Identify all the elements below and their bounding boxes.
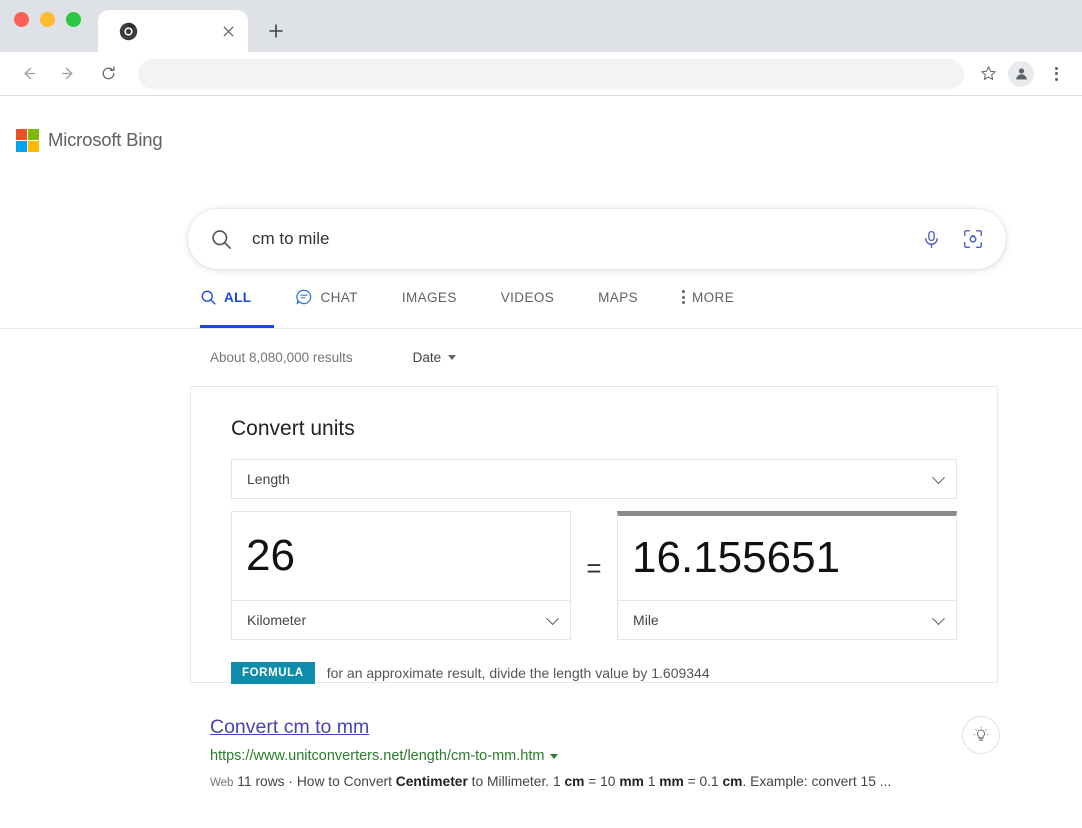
bing-logo-text: Microsoft Bing bbox=[48, 129, 162, 151]
tab-more[interactable]: MORE bbox=[682, 282, 756, 328]
three-dots-vertical-icon bbox=[682, 290, 685, 320]
result-url[interactable]: https://www.unitconverters.net/length/cm… bbox=[210, 748, 1000, 764]
microphone-icon[interactable] bbox=[918, 226, 944, 252]
snippet-part: 11 rows · How to Convert bbox=[237, 774, 395, 789]
results-count: About 8,080,000 results bbox=[210, 350, 353, 365]
bing-header: Microsoft Bing bbox=[0, 96, 1082, 184]
converter-from-column: KilometerMeterCentimeterMillimeterMileYa… bbox=[231, 511, 571, 640]
tab-chat-label: CHAT bbox=[320, 290, 357, 321]
converter-category-row: LengthMassTemperatureAreaVolumeSpeedTime bbox=[231, 459, 957, 499]
microsoft-bing-logo[interactable]: Microsoft Bing bbox=[16, 129, 162, 152]
microsoft-squares-icon bbox=[16, 129, 39, 152]
result-web-tag: Web bbox=[210, 777, 233, 789]
tab-videos[interactable]: VIDEOS bbox=[501, 282, 576, 328]
formula-text: for an approximate result, divide the le… bbox=[327, 665, 710, 681]
header-divider bbox=[0, 328, 1082, 329]
snippet-part: = 10 bbox=[584, 774, 619, 789]
tab-videos-label: VIDEOS bbox=[501, 290, 554, 321]
tab-images[interactable]: IMAGES bbox=[402, 282, 479, 328]
snippet-part: . Example: convert 15 ... bbox=[742, 774, 891, 789]
person-avatar-icon[interactable] bbox=[1008, 61, 1034, 87]
result-url-text: https://www.unitconverters.net/length/cm… bbox=[210, 748, 544, 764]
converter-values-row: KilometerMeterCentimeterMillimeterMileYa… bbox=[231, 511, 957, 640]
converter-to-input[interactable] bbox=[617, 511, 957, 601]
three-dots-vertical-icon[interactable] bbox=[1042, 60, 1070, 88]
formula-badge: FORMULA bbox=[231, 662, 315, 684]
tab-chat[interactable]: CHAT bbox=[295, 282, 379, 328]
tab-all[interactable]: ALL bbox=[200, 282, 273, 328]
tab-maps-label: MAPS bbox=[598, 290, 638, 321]
snippet-bold: Centimeter bbox=[396, 774, 468, 789]
window-traffic-lights bbox=[14, 0, 81, 52]
snippet-bold: cm bbox=[723, 774, 743, 789]
snippet-bold: cm bbox=[564, 774, 584, 789]
results-meta: About 8,080,000 results Date bbox=[210, 350, 456, 365]
formula-row: FORMULA for an approximate result, divid… bbox=[231, 662, 957, 684]
lightbulb-icon[interactable] bbox=[962, 716, 1000, 754]
visual-search-camera-icon[interactable] bbox=[960, 226, 986, 252]
browser-tab[interactable] bbox=[98, 10, 248, 52]
maximize-window-button[interactable] bbox=[66, 12, 81, 27]
tab-close-icon[interactable] bbox=[219, 22, 237, 40]
snippet-part: 1 bbox=[644, 774, 659, 789]
result-header: Convert cm to mm bbox=[210, 716, 1000, 739]
caret-down-icon[interactable] bbox=[550, 754, 558, 759]
chrome-favicon-icon bbox=[119, 22, 138, 41]
tab-more-label: MORE bbox=[692, 290, 734, 321]
converter-to-unit-select[interactable]: MileKilometerMeterYardFootInch bbox=[617, 600, 957, 640]
bing-search-page: Microsoft Bing bbox=[0, 96, 1082, 828]
snippet-bold: mm bbox=[619, 774, 644, 789]
result-snippet: Web 11 rows · How to Convert Centimeter … bbox=[210, 771, 910, 793]
address-bar[interactable] bbox=[138, 59, 964, 89]
tab-images-label: IMAGES bbox=[402, 290, 457, 321]
converter-to-column: MileKilometerMeterYardFootInch bbox=[617, 511, 957, 640]
converter-from-input[interactable] bbox=[231, 511, 571, 601]
snippet-part: to Millimeter. 1 bbox=[468, 774, 565, 789]
caret-down-icon bbox=[448, 355, 456, 360]
back-arrow-icon[interactable] bbox=[12, 58, 44, 90]
browser-window: Microsoft Bing bbox=[0, 0, 1082, 828]
search-nav-tabs: ALL CHAT IMAGES VIDEOS MAPS bbox=[200, 282, 778, 328]
unit-converter-card: Convert units LengthMassTemperatureAreaV… bbox=[190, 386, 998, 683]
minimize-window-button[interactable] bbox=[40, 12, 55, 27]
date-filter-dropdown[interactable]: Date bbox=[413, 350, 457, 365]
close-window-button[interactable] bbox=[14, 12, 29, 27]
browser-toolbar bbox=[0, 52, 1082, 96]
tab-maps[interactable]: MAPS bbox=[598, 282, 660, 328]
chat-bubble-icon bbox=[295, 288, 313, 322]
search-input[interactable] bbox=[238, 229, 918, 249]
equals-sign: = bbox=[571, 511, 617, 581]
tab-strip bbox=[0, 0, 1082, 52]
snippet-bold: mm bbox=[659, 774, 684, 789]
new-tab-button[interactable] bbox=[262, 17, 290, 45]
date-filter-label: Date bbox=[413, 350, 442, 365]
magnifier-icon bbox=[204, 228, 238, 251]
magnifier-icon bbox=[200, 289, 217, 322]
converter-title: Convert units bbox=[231, 417, 977, 441]
converter-category-select[interactable]: LengthMassTemperatureAreaVolumeSpeedTime bbox=[231, 459, 957, 499]
reload-icon[interactable] bbox=[92, 58, 124, 90]
converter-from-unit-select[interactable]: KilometerMeterCentimeterMillimeterMileYa… bbox=[231, 600, 571, 640]
result-title-link[interactable]: Convert cm to mm bbox=[210, 716, 369, 739]
search-box[interactable] bbox=[188, 209, 1006, 269]
snippet-part: = 0.1 bbox=[684, 774, 723, 789]
star-icon[interactable] bbox=[974, 60, 1002, 88]
tab-all-label: ALL bbox=[224, 290, 251, 321]
search-result: Convert cm to mm https://www.unitconvert… bbox=[210, 716, 1000, 793]
forward-arrow-icon[interactable] bbox=[52, 58, 84, 90]
